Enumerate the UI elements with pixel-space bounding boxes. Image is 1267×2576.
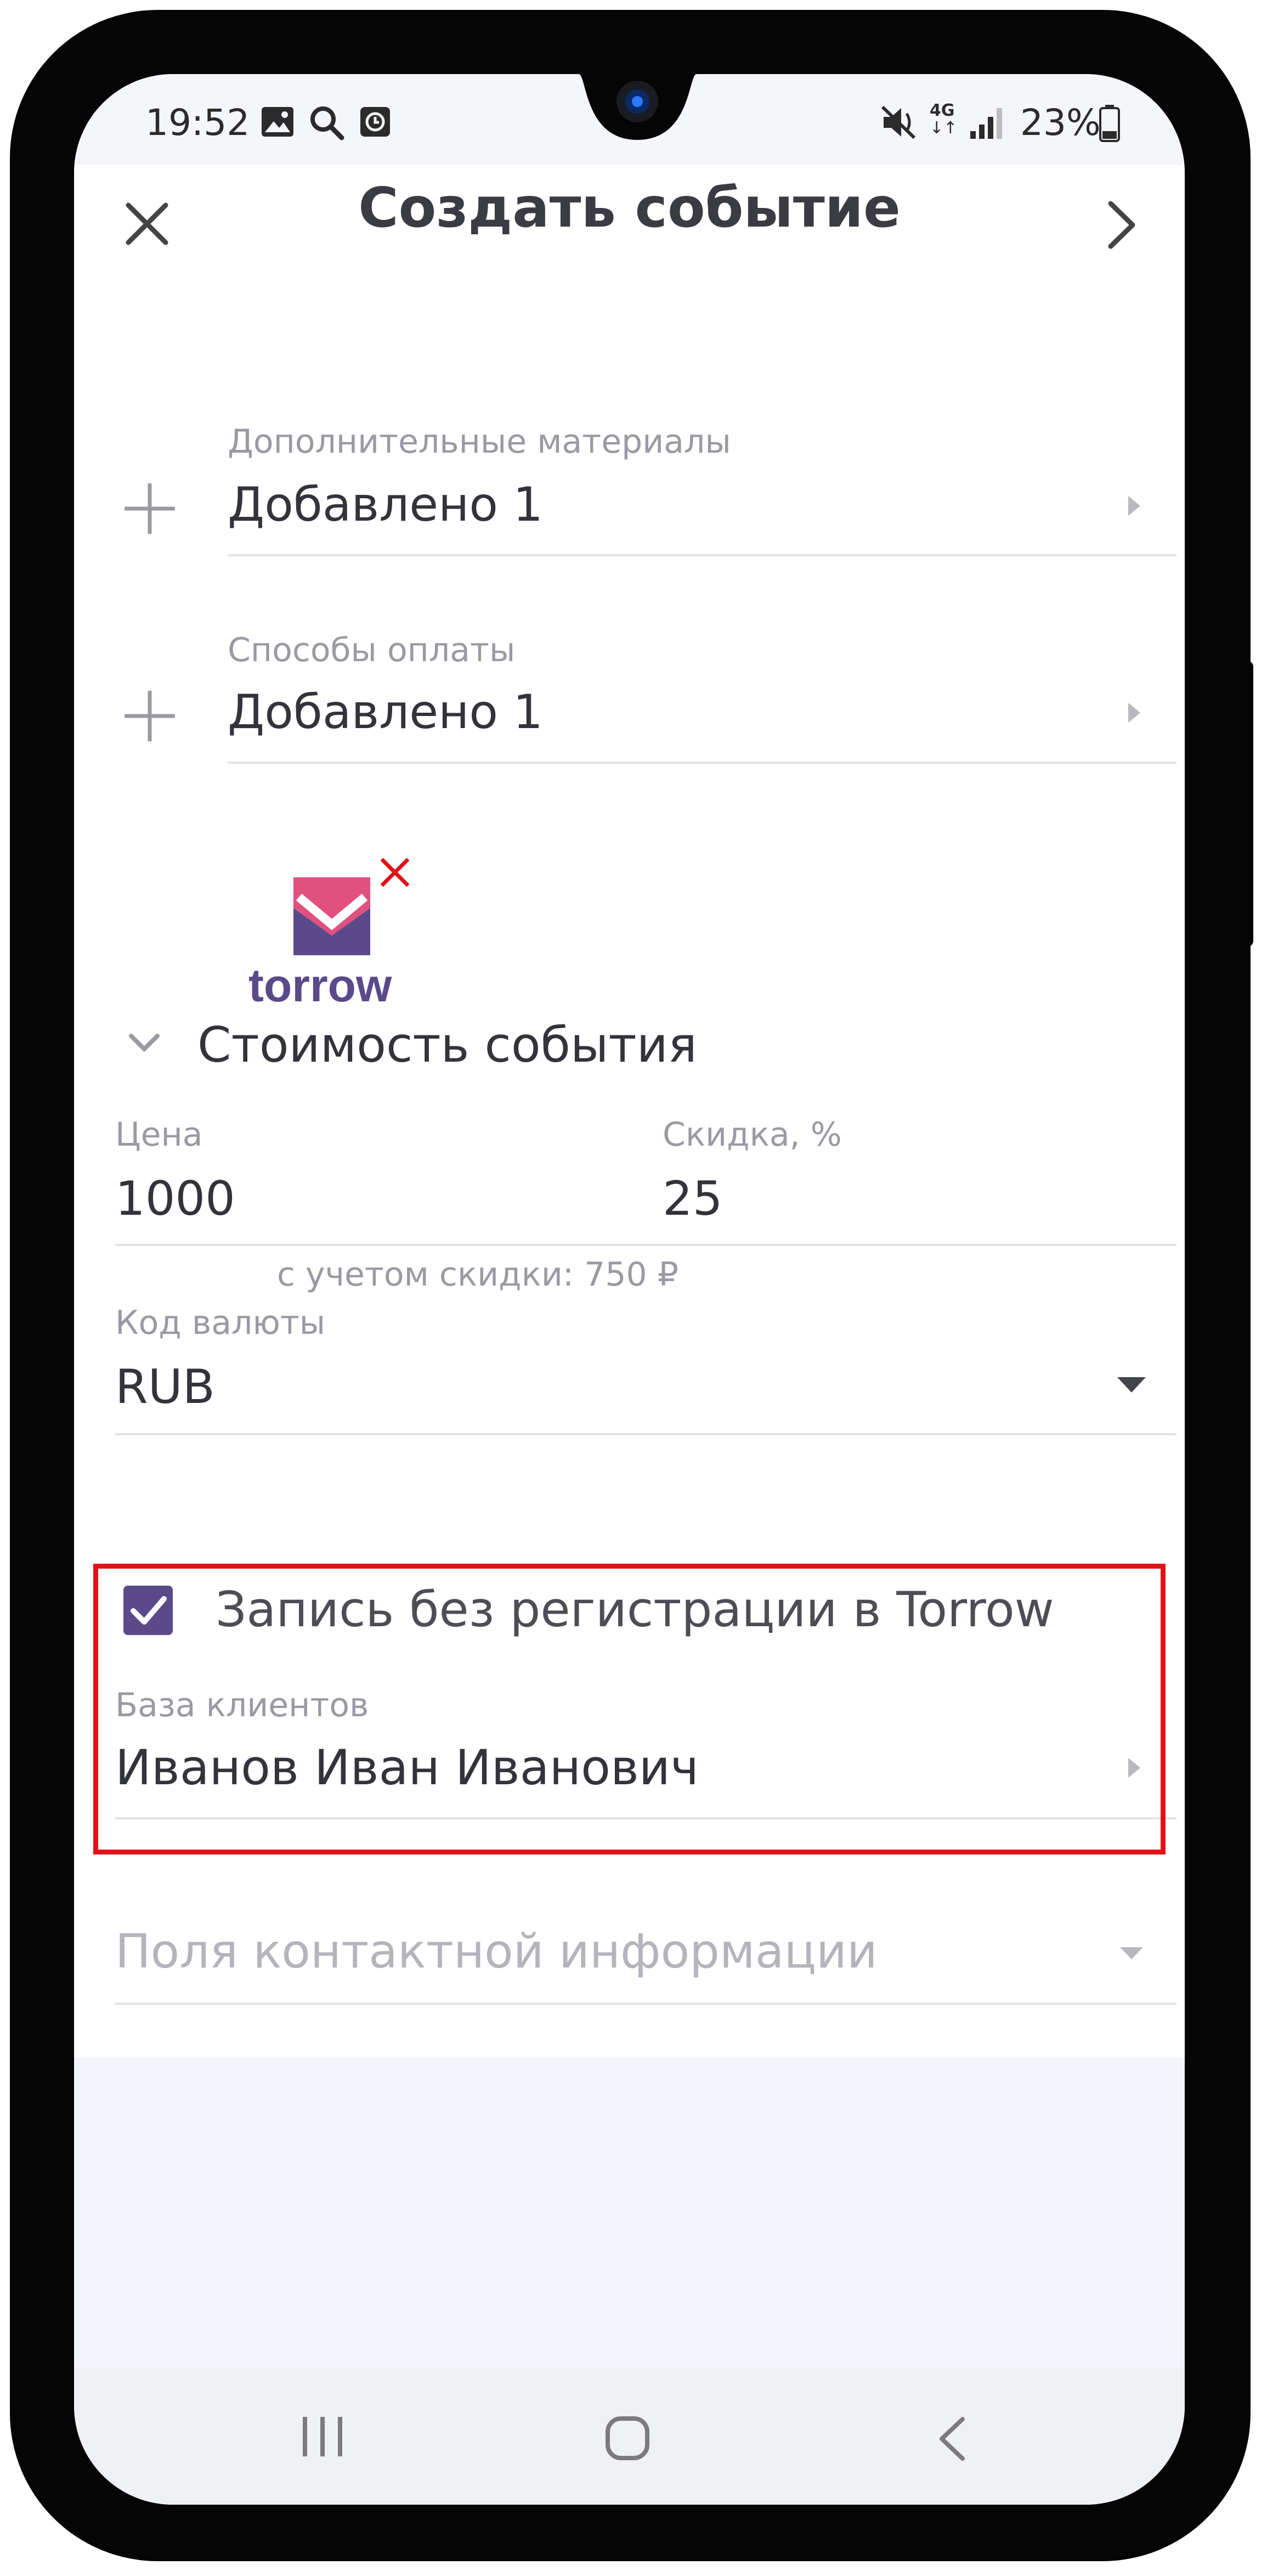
signal-icon (970, 108, 1002, 139)
currency-select[interactable]: RUB (115, 1360, 215, 1414)
contact-fields-divider (115, 2003, 1176, 2005)
network-label: 4G (930, 101, 955, 120)
network-4g-icon: 4G ↓↑ (930, 103, 963, 141)
phone-screen: 19:52 4G ↓↑ 23% Создать событие Дополнит… (74, 74, 1185, 2505)
back-icon[interactable] (935, 2416, 968, 2462)
home-icon[interactable] (605, 2416, 650, 2461)
payments-divider (228, 762, 1176, 764)
caret-right-icon[interactable] (1126, 494, 1142, 518)
chevron-right-icon[interactable] (1105, 200, 1138, 250)
search-icon (310, 106, 344, 140)
dropdown-arrow-icon[interactable] (1116, 1376, 1147, 1394)
battery-percent: 23% (1020, 102, 1101, 144)
payments-value[interactable]: Добавлено 1 (228, 685, 543, 740)
recent-apps-icon[interactable] (301, 2417, 344, 2456)
contact-fields-select[interactable]: Поля контактной информации (115, 1924, 878, 1979)
form-content: Дополнительные материалы Добавлено 1 Спо… (74, 362, 1185, 2132)
dropdown-arrow-icon[interactable] (1119, 1946, 1144, 1960)
plus-icon[interactable] (122, 481, 177, 536)
caret-right-icon[interactable] (1126, 701, 1142, 725)
power-button (1229, 661, 1253, 946)
navigation-bar (74, 2368, 1185, 2505)
price-label: Цена (115, 1115, 203, 1154)
discount-input[interactable]: 25 (663, 1171, 722, 1226)
cost-section-title[interactable]: Стоимость события (197, 1017, 697, 1073)
price-divider (115, 1244, 1176, 1246)
battery-icon (1099, 105, 1120, 142)
remove-logo-icon[interactable] (378, 856, 411, 889)
chevron-down-icon[interactable] (129, 1033, 160, 1052)
empty-area (74, 2058, 1185, 2368)
side-button (13, 801, 36, 1010)
materials-divider (228, 554, 1176, 556)
materials-value[interactable]: Добавлено 1 (228, 477, 543, 532)
status-time: 19:52 (145, 102, 250, 144)
image-icon (262, 107, 293, 137)
torrow-logo-image (293, 877, 370, 955)
currency-divider (115, 1433, 1176, 1435)
mute-icon (881, 105, 916, 139)
discount-note: с учетом скидки: 750 ₽ (277, 1255, 678, 1294)
torrow-logo-text: torrow (248, 960, 392, 1011)
discount-label: Скидка, % (663, 1115, 842, 1154)
price-input[interactable]: 1000 (115, 1171, 235, 1226)
plus-icon[interactable] (122, 689, 177, 743)
payments-label: Способы оплаты (228, 631, 516, 669)
front-camera (579, 74, 697, 140)
materials-label: Дополнительные материалы (228, 422, 731, 461)
status-bar: 19:52 4G ↓↑ 23% (74, 74, 1185, 165)
currency-label: Код валюты (115, 1304, 326, 1342)
page-title: Создать событие (358, 176, 901, 240)
clock-icon (360, 107, 390, 137)
highlight-box (93, 1564, 1166, 1855)
volume-button (13, 573, 36, 768)
